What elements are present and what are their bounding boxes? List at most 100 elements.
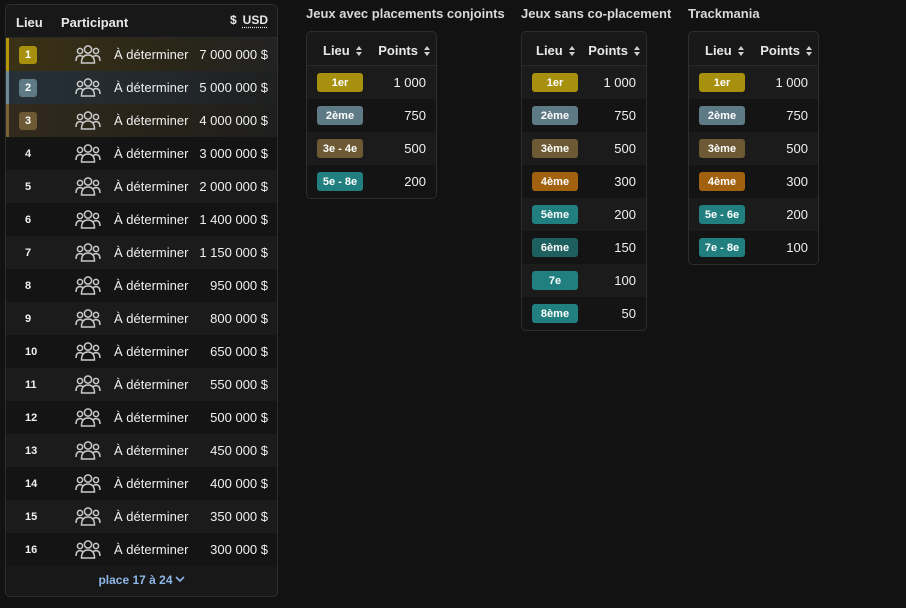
place-badge: 2ème — [699, 106, 745, 125]
group-icon — [75, 473, 101, 494]
place-badge: 5ème — [532, 205, 578, 224]
group-icon — [75, 539, 101, 560]
place-badge: 1er — [532, 73, 578, 92]
rank-number: 15 — [25, 510, 38, 523]
place-badge: 3e - 4e — [317, 139, 363, 158]
prize-amount: 300 000 $ — [210, 542, 268, 557]
prize-row: 11 À déterminer 550 000 $ — [6, 368, 277, 401]
prize-amount: 400 000 $ — [210, 476, 268, 491]
rank-number: 6 — [25, 213, 32, 226]
points-row: 1er 1 000 — [522, 66, 646, 99]
prize-amount: 950 000 $ — [210, 278, 268, 293]
points-row: 3ème 500 — [689, 132, 818, 165]
points-title-joint: Jeux avec placements conjoints — [306, 6, 505, 21]
points-row: 5e - 8e 200 — [307, 165, 436, 198]
sort-icon — [355, 45, 362, 56]
place-badge: 2ème — [317, 106, 363, 125]
rank-number: 7 — [25, 246, 32, 259]
sort-by-place[interactable]: Lieu — [536, 43, 575, 58]
points-table-no-coplacement: Lieu Points 1er 1 000 2ème 750 3ème 500 4ème 300 5… — [521, 31, 647, 331]
place-badge: 1er — [317, 73, 363, 92]
group-icon — [75, 275, 101, 296]
sort-by-points[interactable]: Points — [588, 43, 640, 58]
sort-by-points[interactable]: Points — [378, 43, 430, 58]
points-value: 1 000 — [603, 75, 636, 90]
header-place-label: Lieu — [323, 43, 350, 58]
points-value: 300 — [614, 174, 636, 189]
sort-by-points[interactable]: Points — [760, 43, 812, 58]
group-icon — [75, 242, 101, 263]
points-value: 200 — [404, 174, 426, 189]
points-row: 1er 1 000 — [689, 66, 818, 99]
group-icon — [75, 308, 101, 329]
currency-code[interactable]: USD — [243, 13, 268, 27]
points-value: 500 — [786, 141, 808, 156]
points-value: 500 — [404, 141, 426, 156]
prize-row: 10 À déterminer 650 000 $ — [6, 335, 277, 368]
place-badge: 5e - 6e — [699, 205, 745, 224]
points-row: 8ème 50 — [522, 297, 646, 330]
prize-table: Lieu Participant $ USD 1 À déterminer 7 00… — [5, 4, 278, 597]
prize-amount: 650 000 $ — [210, 344, 268, 359]
prize-amount: 800 000 $ — [210, 311, 268, 326]
participant-name: À déterminer — [114, 179, 189, 194]
points-row: 1er 1 000 — [307, 66, 436, 99]
group-icon — [75, 407, 101, 428]
points-title-no-coplacement: Jeux sans co-placement — [521, 6, 672, 21]
sort-icon — [737, 45, 744, 56]
prize-amount: 450 000 $ — [210, 443, 268, 458]
prize-row: 9 À déterminer 800 000 $ — [6, 302, 277, 335]
points-title-trackmania: Trackmania — [688, 6, 760, 21]
prize-amount: 4 000 000 $ — [199, 113, 268, 128]
points-table-header: Lieu Points — [522, 32, 646, 66]
participant-name: À déterminer — [114, 509, 189, 524]
participant-name: À déterminer — [114, 80, 189, 95]
prize-row: 2 À déterminer 5 000 000 $ — [6, 71, 277, 104]
prize-amount: 3 000 000 $ — [199, 146, 268, 161]
rank-badge: 2 — [19, 78, 37, 97]
prize-amount: 5 000 000 $ — [199, 80, 268, 95]
group-icon — [75, 110, 101, 131]
points-row: 6ème 150 — [522, 231, 646, 264]
place-badge: 4ème — [699, 172, 745, 191]
points-value: 100 — [614, 273, 636, 288]
points-value: 150 — [614, 240, 636, 255]
prize-row: 8 À déterminer 950 000 $ — [6, 269, 277, 302]
points-table-joint: Lieu Points 1er 1 000 2ème 750 3e - 4e 500 5e - … — [306, 31, 437, 199]
prize-amount: 350 000 $ — [210, 509, 268, 524]
prize-row: 13 À déterminer 450 000 $ — [6, 434, 277, 467]
points-table-header: Lieu Points — [307, 32, 436, 66]
participant-name: À déterminer — [114, 311, 189, 326]
sort-by-place[interactable]: Lieu — [323, 43, 362, 58]
place-badge: 7e - 8e — [699, 238, 745, 257]
participant-name: À déterminer — [114, 146, 189, 161]
place-badge: 4ème — [532, 172, 578, 191]
currency-selector[interactable]: $ USD — [230, 13, 268, 27]
points-value: 50 — [621, 306, 636, 321]
header-place[interactable]: Lieu — [16, 15, 43, 30]
place-badge: 5e - 8e — [317, 172, 363, 191]
rank-number: 14 — [25, 477, 38, 490]
currency-symbol: $ — [229, 13, 237, 27]
place-badge: 8ème — [532, 304, 578, 323]
place-badge: 1er — [699, 73, 745, 92]
points-row: 7e 100 — [522, 264, 646, 297]
rank-number: 9 — [25, 312, 32, 325]
participant-name: À déterminer — [114, 476, 189, 491]
points-value: 1 000 — [775, 75, 808, 90]
prize-amount: 500 000 $ — [210, 410, 268, 425]
rank-number: 5 — [25, 180, 32, 193]
points-table-trackmania: Lieu Points 1er 1 000 2ème 750 3ème 500 4ème 300 5… — [688, 31, 819, 265]
header-points-label: Points — [378, 43, 418, 58]
prize-table-header: Lieu Participant $ USD — [6, 5, 277, 38]
place-badge: 3ème — [699, 139, 745, 158]
chevron-down-icon — [174, 574, 185, 586]
prize-amount: 1 150 000 $ — [199, 245, 268, 260]
participant-name: À déterminer — [114, 377, 189, 392]
show-more-button[interactable]: place 17 à 24 — [6, 563, 277, 596]
participant-name: À déterminer — [114, 47, 189, 62]
place-badge: 7e — [532, 271, 578, 290]
sort-by-place[interactable]: Lieu — [705, 43, 744, 58]
points-value: 500 — [614, 141, 636, 156]
points-value: 750 — [404, 108, 426, 123]
